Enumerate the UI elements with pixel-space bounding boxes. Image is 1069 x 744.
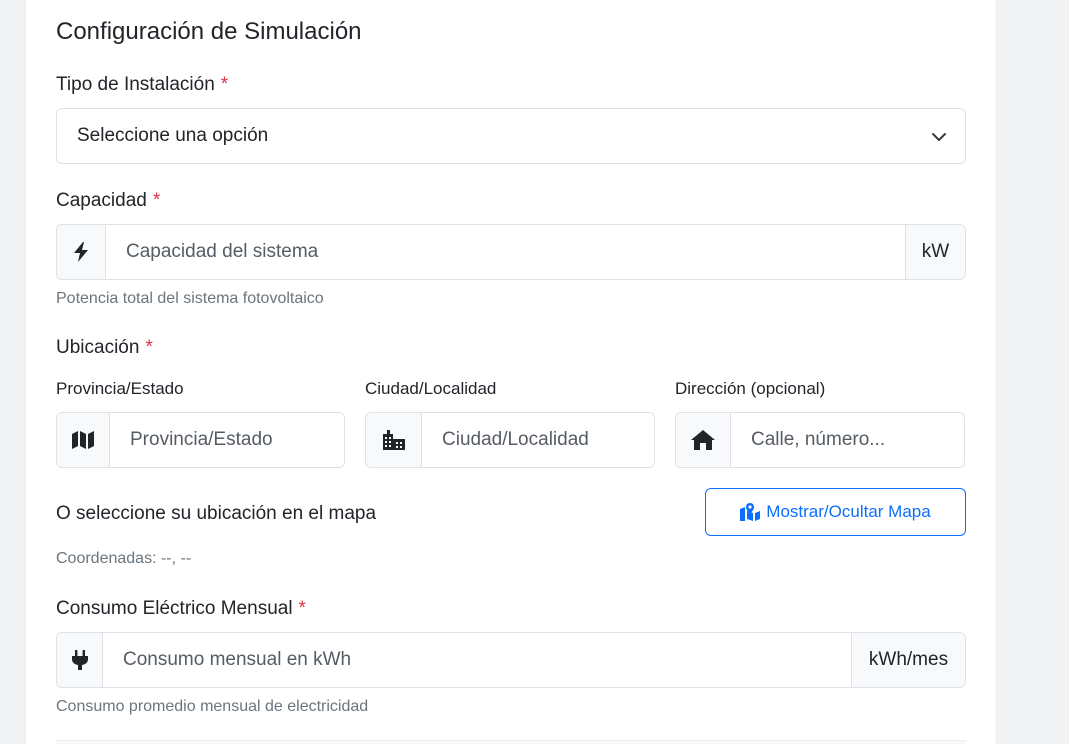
city-label: Ciudad/Localidad bbox=[365, 379, 497, 398]
city-addon bbox=[366, 413, 422, 467]
simulation-config-card: Configuración de Simulación Tipo de Inst… bbox=[26, 0, 996, 744]
required-mark: * bbox=[298, 598, 306, 619]
coordinates-text: Coordenadas: --, -- bbox=[56, 550, 192, 567]
installation-type-selected: Seleccione una opción bbox=[77, 125, 269, 146]
consumption-help-text: Consumo promedio mensual de electricidad bbox=[56, 698, 369, 715]
page-title: Configuración de Simulación bbox=[56, 18, 362, 45]
province-input[interactable] bbox=[110, 413, 344, 467]
map-prompt: O seleccione su ubicación en el mapa bbox=[56, 503, 377, 524]
installation-type-label: Tipo de Instalación * bbox=[56, 74, 228, 96]
required-mark: * bbox=[152, 190, 161, 211]
plug-icon bbox=[71, 650, 88, 670]
required-mark: * bbox=[220, 74, 229, 95]
address-label: Dirección (opcional) bbox=[675, 379, 826, 398]
address-input[interactable] bbox=[731, 413, 964, 467]
toggle-map-button-label: Mostrar/Ocultar Mapa bbox=[766, 502, 931, 521]
bolt-icon bbox=[74, 242, 88, 262]
capacity-input-group: kW bbox=[56, 224, 966, 280]
city-input-group bbox=[365, 412, 655, 468]
chevron-down-icon bbox=[932, 133, 946, 141]
capacity-input[interactable] bbox=[106, 225, 905, 279]
city-icon bbox=[382, 430, 405, 450]
capacity-help-text: Potencia total del sistema fotovoltaico bbox=[56, 290, 324, 307]
home-icon bbox=[691, 430, 715, 450]
city-input[interactable] bbox=[422, 413, 654, 467]
map-location-icon bbox=[740, 503, 761, 521]
map-icon bbox=[72, 431, 94, 449]
capacity-label: Capacidad * bbox=[56, 190, 160, 212]
capacity-addon bbox=[57, 225, 106, 279]
consumption-addon bbox=[57, 633, 103, 687]
next-section-edge bbox=[56, 740, 966, 744]
capacity-unit: kW bbox=[905, 225, 965, 279]
installation-type-select[interactable]: Seleccione una opción bbox=[56, 108, 966, 164]
consumption-label-text: Consumo Eléctrico Mensual bbox=[56, 598, 293, 619]
province-addon bbox=[57, 413, 110, 467]
required-mark: * bbox=[145, 337, 153, 358]
province-input-group bbox=[56, 412, 345, 468]
consumption-input[interactable] bbox=[103, 633, 851, 687]
consumption-label: Consumo Eléctrico Mensual * bbox=[56, 598, 306, 620]
province-label: Provincia/Estado bbox=[56, 379, 184, 398]
location-label: Ubicación * bbox=[56, 337, 153, 359]
address-addon bbox=[676, 413, 731, 467]
capacity-label-text: Capacidad bbox=[56, 190, 147, 211]
toggle-map-button[interactable]: Mostrar/Ocultar Mapa bbox=[705, 488, 966, 536]
address-input-group bbox=[675, 412, 965, 468]
installation-type-label-text: Tipo de Instalación bbox=[56, 74, 215, 95]
location-label-text: Ubicación bbox=[56, 337, 140, 358]
consumption-unit: kWh/mes bbox=[851, 633, 965, 687]
consumption-input-group: kWh/mes bbox=[56, 632, 966, 688]
